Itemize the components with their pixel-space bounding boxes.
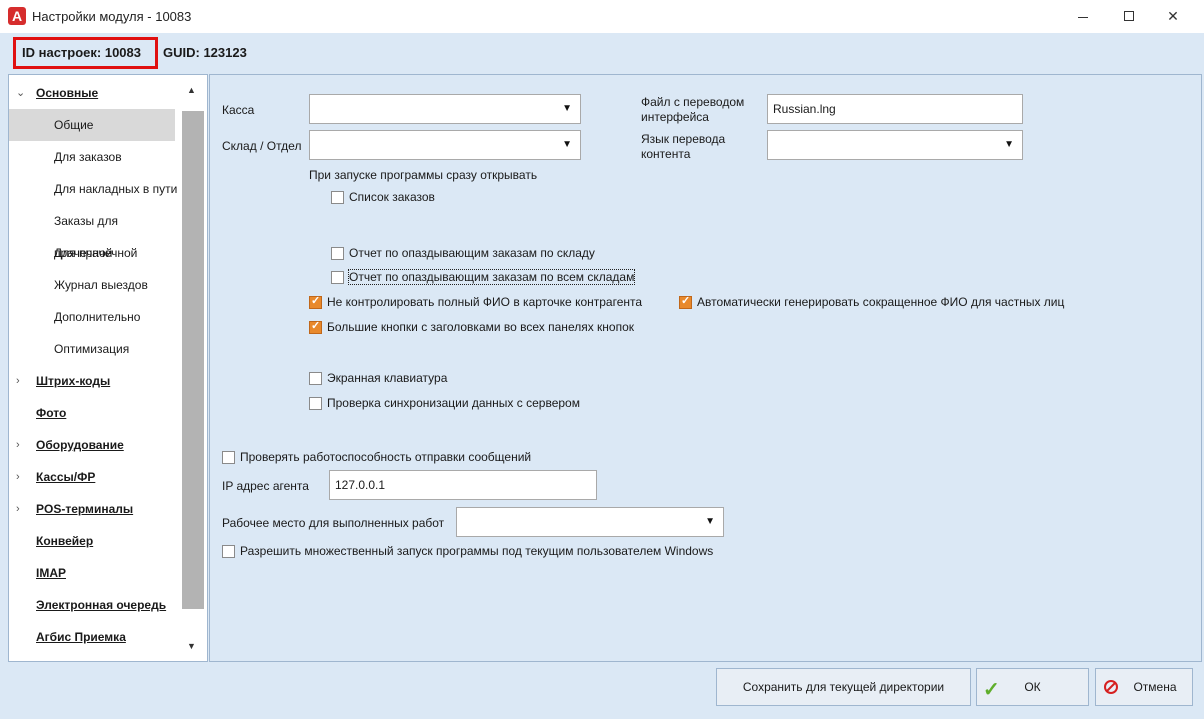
dropdown-arrow-icon: ▼ [1004, 139, 1014, 150]
late-all-checkbox[interactable] [331, 270, 344, 284]
translation-file-label-line1: Файл с переводом [641, 95, 745, 109]
chevron-right-icon[interactable]: › [16, 493, 20, 525]
sidebar-item-osnovnye[interactable]: ⌄ Основные [9, 77, 179, 109]
messages-check-checkbox[interactable] [222, 450, 235, 464]
scroll-up-icon[interactable]: ▲ [187, 85, 196, 95]
no-fio-label: Не контролировать полный ФИО в карточке … [327, 295, 643, 309]
maximize-icon [1124, 11, 1134, 21]
title-bar: A Настройки модуля - 10083 ✕ [0, 0, 1204, 33]
sync-check-label: Проверка синхронизации данных с сервером [327, 396, 580, 410]
orders-list-label: Список заказов [349, 190, 435, 204]
sidebar-item-obshchie[interactable]: Общие [9, 109, 175, 141]
workplace-select[interactable]: ▼ [456, 507, 724, 537]
translation-file-label-line2: интерфейса [641, 110, 709, 124]
sidebar-item-dlya-zakazov[interactable]: Для заказов [9, 141, 179, 173]
content-language-label-line2: контента [641, 147, 691, 161]
dialog-button-bar: Сохранить для текущей директории ✓ ОК От… [0, 662, 1204, 719]
late-all-label: Отчет по опаздывающим заказам по всем ск… [347, 269, 636, 285]
sidebar-item-konveyer[interactable]: Конвейер [9, 525, 179, 557]
sidebar-item-zakazy-prachechnoy[interactable]: Заказы для прачечной [9, 205, 179, 260]
sklad-select[interactable]: ▼ [309, 130, 581, 160]
sidebar-item-foto[interactable]: Фото [9, 397, 179, 429]
screen-keyboard-label: Экранная клавиатура [327, 371, 448, 385]
guid-label: GUID: 123123 [163, 45, 247, 60]
save-for-directory-button[interactable]: Сохранить для текущей директории [716, 668, 971, 706]
settings-id-label: ID настроек: 10083 [22, 45, 141, 60]
sidebar-item-dopolnitelno[interactable]: Дополнительно [9, 301, 179, 333]
sidebar-item-elektronnaya-ochered[interactable]: Электронная очередь [9, 589, 179, 621]
late-store-checkbox-row[interactable]: Отчет по опаздывающим заказам по складу [331, 244, 595, 262]
sidebar-item-dlya-nakladnyh[interactable]: Для накладных в пути [9, 173, 179, 205]
maximize-button[interactable] [1106, 0, 1152, 33]
window-title: Настройки модуля - 10083 [32, 9, 192, 24]
sync-check-checkbox-row[interactable]: Проверка синхронизации данных с сервером [309, 394, 580, 412]
sidebar-scrollbar[interactable]: ▲ ▼ [181, 79, 204, 659]
dropdown-arrow-icon: ▼ [562, 139, 572, 150]
multi-launch-checkbox[interactable] [222, 544, 235, 558]
big-buttons-checkbox-row[interactable]: Большие кнопки с заголовками во всех пан… [309, 318, 634, 336]
settings-id-header: ID настроек: 10083 GUID: 123123 [0, 33, 1204, 73]
settings-sidebar: ⌄ Основные Общие Для заказов Для накладн… [8, 74, 208, 662]
sklad-label: Склад / Отдел [222, 139, 302, 153]
close-button[interactable]: ✕ [1150, 0, 1196, 33]
dropdown-arrow-icon: ▼ [705, 516, 715, 527]
auto-fio-checkbox[interactable] [679, 294, 692, 309]
multi-launch-label: Разрешить множественный запуск программы… [240, 544, 714, 558]
close-icon: ✕ [1167, 8, 1179, 24]
sidebar-item-zhurnal-vyezdov[interactable]: Журнал выездов [9, 269, 179, 301]
kassa-label: Касса [222, 103, 255, 117]
agent-ip-label: IP адрес агента [222, 479, 309, 493]
sync-check-checkbox[interactable] [309, 396, 322, 410]
ok-button[interactable]: ✓ ОК [976, 668, 1089, 706]
orders-list-checkbox-row[interactable]: Список заказов [331, 188, 435, 206]
scrollbar-thumb[interactable] [182, 111, 204, 609]
kassa-select[interactable]: ▼ [309, 94, 581, 124]
late-store-label: Отчет по опаздывающим заказам по складу [349, 246, 595, 260]
sidebar-item-imap[interactable]: IMAP [9, 557, 179, 589]
app-logo-icon: A [8, 7, 26, 25]
no-fio-checkbox[interactable] [309, 294, 322, 309]
auto-fio-label: Автоматически генерировать сокращенное Ф… [697, 295, 1065, 309]
no-fio-checkbox-row[interactable]: Не контролировать полный ФИО в карточке … [309, 293, 642, 311]
dropdown-arrow-icon: ▼ [562, 103, 572, 114]
startup-open-label: При запуске программы сразу открывать [309, 168, 538, 182]
messages-check-label: Проверять работоспособность отправки соо… [240, 450, 532, 464]
screen-keyboard-checkbox-row[interactable]: Экранная клавиатура [309, 369, 447, 387]
chevron-right-icon[interactable]: › [16, 429, 20, 461]
cancel-icon [1104, 680, 1118, 694]
workplace-label: Рабочее место для выполненных работ [222, 516, 445, 530]
chevron-right-icon[interactable]: › [16, 461, 20, 493]
chevron-down-icon[interactable]: ⌄ [16, 77, 25, 109]
content-language-select[interactable]: ▼ [767, 130, 1023, 160]
big-buttons-label: Большие кнопки с заголовками во всех пан… [327, 320, 635, 334]
sidebar-item-pos-terminaly[interactable]: › POS-терминалы [9, 493, 179, 525]
auto-fio-checkbox-row[interactable]: Автоматически генерировать сокращенное Ф… [679, 293, 1064, 311]
messages-check-checkbox-row[interactable]: Проверять работоспособность отправки соо… [222, 448, 531, 466]
orders-list-checkbox[interactable] [331, 190, 344, 204]
sidebar-item-shtrih-kody[interactable]: › Штрих-коды [9, 365, 179, 397]
scroll-down-icon[interactable]: ▼ [187, 641, 196, 651]
checkmark-icon: ✓ [983, 679, 1000, 701]
chevron-right-icon[interactable]: › [16, 365, 20, 397]
sidebar-item-dlya-prachechnoy[interactable]: Для прачечной [9, 237, 179, 269]
late-store-checkbox[interactable] [331, 246, 344, 260]
late-all-checkbox-row[interactable]: Отчет по опаздывающим заказам по всем ск… [331, 268, 636, 286]
translation-file-input[interactable]: Russian.lng [767, 94, 1023, 124]
sidebar-item-agbis-priemka[interactable]: Агбис Приемка [9, 621, 179, 653]
screen-keyboard-checkbox[interactable] [309, 371, 322, 385]
multi-launch-checkbox-row[interactable]: Разрешить множественный запуск программы… [222, 542, 713, 560]
sidebar-item-optimizaciya[interactable]: Оптимизация [9, 333, 179, 365]
agent-ip-input[interactable]: 127.0.0.1 [329, 470, 597, 500]
minimize-icon [1078, 17, 1088, 18]
minimize-button[interactable] [1060, 0, 1106, 33]
content-language-label-line1: Язык перевода [641, 132, 726, 146]
sidebar-item-kassy-fr[interactable]: › Кассы/ФР [9, 461, 179, 493]
big-buttons-checkbox[interactable] [309, 319, 322, 334]
sidebar-item-oborudovanie[interactable]: › Оборудование [9, 429, 179, 461]
settings-main-panel: Касса ▼ Склад / Отдел ▼ Файл с переводом… [209, 74, 1202, 662]
cancel-button[interactable]: Отмена [1095, 668, 1193, 706]
